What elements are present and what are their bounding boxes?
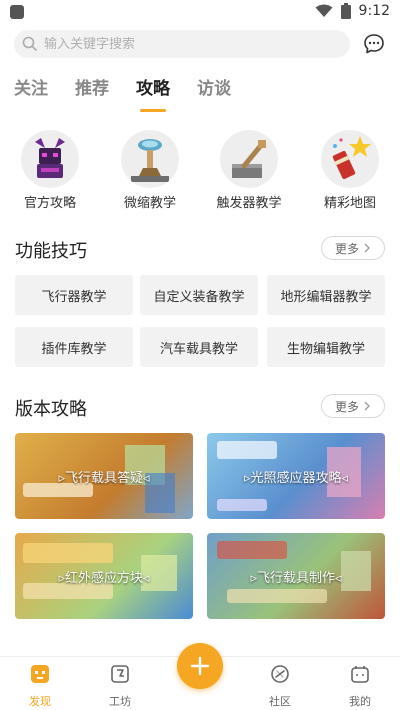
create-button[interactable] <box>177 643 223 689</box>
plus-icon <box>190 656 210 676</box>
star-firework-icon <box>321 130 379 188</box>
quick-link-label: 触发器教学 <box>216 196 282 211</box>
tab-recommend[interactable]: 推荐 <box>75 72 109 106</box>
notification-icon <box>10 5 24 19</box>
dragon-icon <box>21 130 79 188</box>
section-title-version: 版本攻略 <box>15 399 87 420</box>
card-label: ▹飞行载具答疑◃ <box>58 471 150 486</box>
nav-community[interactable]: 社区 <box>255 663 305 709</box>
tab-follow[interactable]: 关注 <box>14 72 48 106</box>
skills-more-button[interactable]: 更多 <box>321 236 385 260</box>
nav-label: 工坊 <box>109 695 131 708</box>
quick-link-label: 精彩地图 <box>323 196 376 211</box>
quick-link-label: 官方攻略 <box>23 196 76 211</box>
skill-chip[interactable]: 插件库教学 <box>15 327 133 367</box>
quick-link-label: 微缩教学 <box>123 196 176 211</box>
card-label: ▹红外感应方块◃ <box>58 571 150 586</box>
skill-chip[interactable]: 自定义装备教学 <box>140 275 258 315</box>
nav-workshop[interactable]: 工坊 <box>95 663 145 709</box>
battery-icon <box>340 3 351 19</box>
community-icon <box>271 665 289 683</box>
magnifier-stand-icon <box>121 130 179 188</box>
quick-link-trigger-tutorial[interactable]: 触发器教学 <box>209 130 289 211</box>
quick-links: 官方攻略 微缩教学 触发器教学 精彩地图 <box>0 130 400 211</box>
more-label: 更多 <box>334 399 359 414</box>
top-tabs: 关注 推荐 攻略 访谈 <box>14 72 258 112</box>
search-input[interactable] <box>44 36 324 52</box>
tab-interviews[interactable]: 访谈 <box>197 72 231 106</box>
nav-label: 社区 <box>269 695 291 708</box>
skill-chip[interactable]: 飞行器教学 <box>15 275 133 315</box>
status-right: 9:12 <box>315 3 390 19</box>
section-title-skills: 功能技巧 <box>15 241 87 262</box>
card-label: ▹光照感应器攻略◃ <box>243 471 349 486</box>
quick-link-official-guides[interactable]: 官方攻略 <box>10 130 90 211</box>
version-card[interactable]: ▹飞行载具答疑◃ <box>15 433 193 519</box>
version-card[interactable]: ▹红外感应方块◃ <box>15 533 193 619</box>
status-bar: 9:12 <box>0 0 400 24</box>
discover-icon <box>31 665 49 683</box>
nav-label: 我的 <box>349 695 371 708</box>
nav-profile[interactable]: 我的 <box>335 663 385 709</box>
version-card[interactable]: ▹光照感应器攻略◃ <box>207 433 385 519</box>
version-card[interactable]: ▹飞行载具制作◃ <box>207 533 385 619</box>
skill-chip[interactable]: 生物编辑教学 <box>267 327 385 367</box>
status-time: 9:12 <box>358 3 390 19</box>
version-more-button[interactable]: 更多 <box>321 394 385 418</box>
quick-link-featured-maps[interactable]: 精彩地图 <box>310 130 390 211</box>
search-row <box>14 30 386 58</box>
skill-chip[interactable]: 汽车载具教学 <box>140 327 258 367</box>
profile-icon <box>351 666 369 683</box>
tab-guides[interactable]: 攻略 <box>136 72 170 112</box>
workshop-icon <box>111 665 129 683</box>
nav-discover[interactable]: 发现 <box>15 663 65 709</box>
message-icon[interactable] <box>362 32 386 56</box>
bottom-nav: 发现 工坊 社区 我的 <box>0 643 400 710</box>
chevron-right-icon <box>364 401 370 411</box>
search-box[interactable] <box>14 30 350 58</box>
search-icon <box>22 36 37 51</box>
chevron-right-icon <box>364 243 370 253</box>
more-label: 更多 <box>334 241 359 256</box>
card-label: ▹飞行载具制作◃ <box>250 571 342 586</box>
nav-label: 发现 <box>29 695 51 708</box>
skill-chip[interactable]: 地形编辑器教学 <box>267 275 385 315</box>
wifi-icon <box>315 4 333 17</box>
lever-icon <box>220 130 278 188</box>
quick-link-mini-tutorial[interactable]: 微缩教学 <box>110 130 190 211</box>
